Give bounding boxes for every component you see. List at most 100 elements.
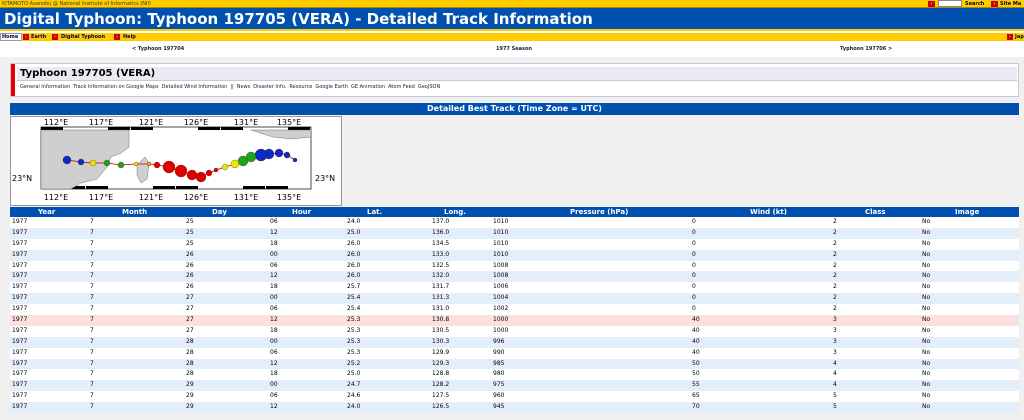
table-row[interactable]: 1977 7 27 12 25.3 130.8 1000 40 3 No xyxy=(10,315,1019,326)
table-cell: 3 xyxy=(833,348,837,356)
column-header[interactable]: Class xyxy=(865,207,886,217)
table-cell: 0 xyxy=(692,294,696,302)
table-row[interactable]: 1977 7 27 06 25.4 131.0 1002 0 2 No xyxy=(10,304,1019,316)
table-cell: 1008 xyxy=(493,272,509,280)
table-cell: 2 xyxy=(833,272,837,280)
latitude-label-right: 23°N xyxy=(315,174,335,183)
table-row[interactable]: 1977 7 29 12 24.0 126.5 945 70 5 No xyxy=(10,402,1019,414)
table-cell: 50 xyxy=(692,370,700,378)
table-cell: 0 xyxy=(692,228,696,236)
info-link[interactable]: Google Earth xyxy=(315,84,348,90)
map-border-bar xyxy=(288,127,310,130)
title-bar: Digital Typhoon: Typhoon 197705 (VERA) -… xyxy=(0,8,1024,31)
column-header[interactable]: Long. xyxy=(444,207,466,217)
table-cell: 1977 xyxy=(12,218,28,225)
table-cell: 5 xyxy=(833,392,837,400)
table-row[interactable]: 1977 7 27 00 25.4 131.3 1004 0 2 No xyxy=(10,293,1019,305)
table-cell: 960 xyxy=(493,392,505,400)
nav-earth[interactable]: Earth xyxy=(31,33,46,41)
track-point xyxy=(254,148,268,162)
table-cell: 4 xyxy=(833,370,837,378)
info-link[interactable]: Resource xyxy=(289,84,312,90)
next-typhoon-link[interactable]: Typhoon 197706 > xyxy=(840,46,892,52)
table-row[interactable]: 1977 7 26 00 26.0 133.0 1010 0 2 No xyxy=(10,249,1019,261)
table-cell: 0 xyxy=(692,283,696,291)
search-link[interactable]: Search xyxy=(965,0,984,8)
table-cell: 5 xyxy=(833,403,837,411)
table-cell: 1977 xyxy=(12,370,28,378)
column-header[interactable]: Month xyxy=(122,207,147,217)
table-row[interactable]: 1977 7 28 12 25.2 129.3 985 50 4 No xyxy=(10,358,1019,370)
table-row[interactable]: 1977 7 26 06 26.0 132.5 1008 0 2 No xyxy=(10,260,1019,272)
search-input[interactable] xyxy=(938,0,962,7)
nav-home[interactable]: Home xyxy=(2,33,18,41)
season-link[interactable]: 1977 Season xyxy=(496,46,532,52)
table-cell: No xyxy=(922,403,931,411)
info-link[interactable]: GE Animation xyxy=(351,84,385,90)
info-link[interactable]: Disaster Info. xyxy=(253,84,286,90)
table-cell: 1000 xyxy=(493,326,509,334)
table-cell: 25.3 xyxy=(347,348,361,356)
arrow-icon: › xyxy=(23,34,29,40)
info-link[interactable]: GeoJSON xyxy=(418,84,440,90)
column-header[interactable]: Hour xyxy=(292,207,311,217)
credit-link[interactable]: KITAMOTO Asanobu @ National Institute of… xyxy=(2,0,151,8)
table-row[interactable]: 1977 7 25 18 26.0 134.5 1010 0 2 No xyxy=(10,238,1019,250)
nav-digital-typhoon[interactable]: Digital Typhoon xyxy=(61,33,105,41)
table-row[interactable]: 1977 7 26 18 25.7 131.7 1006 0 2 No xyxy=(10,282,1019,294)
table-cell: 26.0 xyxy=(347,272,361,280)
map-border-bar xyxy=(243,186,265,189)
table-cell: 131.0 xyxy=(432,305,450,313)
arrow-icon: › xyxy=(928,1,935,7)
info-link[interactable]: Detailed Wind Information xyxy=(162,84,228,90)
longitude-label-bottom: 126°E xyxy=(184,193,208,202)
table-cell: 00 xyxy=(270,381,278,389)
table-cell: 7 xyxy=(90,337,94,345)
table-row[interactable]: 1977 7 28 06 25.3 129.9 990 40 3 No xyxy=(10,347,1019,359)
table-cell: 1010 xyxy=(493,239,509,247)
nav-japanese[interactable]: Japane xyxy=(1015,33,1024,41)
longitude-label-bottom: 121°E xyxy=(139,193,163,202)
arrow-icon: › xyxy=(52,34,58,40)
track-map-svg: 112°E 112°E 117°E 117°E 121°E 121°E 126°E 126°E… xyxy=(12,118,335,202)
sitemap-link[interactable]: Site Ma xyxy=(1000,0,1021,8)
table-row[interactable]: 1977 7 25 06 24.0 137.0 1010 0 2 No xyxy=(10,217,1019,228)
table-cell: 7 xyxy=(90,381,94,389)
table-cell: No xyxy=(922,392,931,400)
info-link[interactable]: Atom Feed xyxy=(388,84,415,90)
table-cell: 26.0 xyxy=(347,250,361,258)
table-row[interactable]: 1977 7 28 00 25.3 130.3 996 40 3 No xyxy=(10,336,1019,348)
column-header[interactable]: Day xyxy=(212,207,227,217)
column-header[interactable]: Image xyxy=(955,207,979,217)
info-link: || xyxy=(230,84,234,90)
column-header[interactable]: Pressure (hPa) xyxy=(570,207,628,217)
info-links: General Information Track Information on … xyxy=(20,84,443,90)
table-row[interactable]: 1977 7 26 12 26.0 132.0 1008 0 2 No xyxy=(10,271,1019,283)
table-row[interactable]: 1977 7 25 12 25.0 136.0 1010 0 2 No xyxy=(10,227,1019,239)
table-cell: 29 xyxy=(186,392,194,400)
table-cell: 985 xyxy=(493,359,505,367)
prev-typhoon-link[interactable]: < Typhoon 197704 xyxy=(132,46,184,52)
table-cell: No xyxy=(922,283,931,291)
info-link[interactable]: General Information xyxy=(20,84,70,90)
table-row[interactable]: 1977 7 29 00 24.7 128.2 975 55 4 No xyxy=(10,380,1019,392)
table-cell: 129.9 xyxy=(432,348,450,356)
table-cell: 1977 xyxy=(12,228,28,236)
table-cell: 128.2 xyxy=(432,381,450,389)
table-cell: 3 xyxy=(833,337,837,345)
table-row[interactable]: 1977 7 29 06 24.6 127.5 960 65 5 No xyxy=(10,391,1019,403)
table-cell: 1977 xyxy=(12,381,28,389)
info-link[interactable]: News xyxy=(237,84,251,90)
table-cell: 7 xyxy=(90,239,94,247)
track-point xyxy=(103,159,111,167)
table-row[interactable]: 1977 7 28 18 25.0 128.8 980 50 4 No xyxy=(10,369,1019,381)
column-header[interactable]: Year xyxy=(38,207,55,217)
table-cell: 1010 xyxy=(493,250,509,258)
column-header[interactable]: Wind (kt) xyxy=(750,207,787,217)
info-link[interactable]: Track Information on Google Maps xyxy=(73,84,158,90)
nav-help[interactable]: Help xyxy=(123,33,136,41)
table-row[interactable]: 1977 7 27 18 25.3 130.5 1000 40 3 No xyxy=(10,325,1019,337)
table-cell: 7 xyxy=(90,272,94,280)
table-cell: 996 xyxy=(493,337,505,345)
column-header[interactable]: Lat. xyxy=(367,207,382,217)
